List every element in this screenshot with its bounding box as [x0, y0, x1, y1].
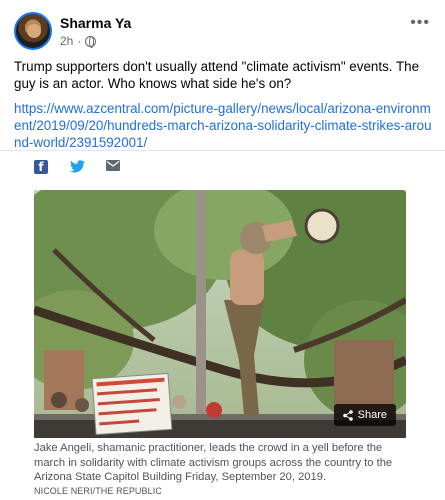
facebook-post: Sharma Ya 2h · ••• Trump supporters don'…: [0, 0, 445, 500]
post-body: Trump supporters don't usually attend "c…: [14, 59, 420, 91]
facebook-icon[interactable]: f: [34, 160, 48, 174]
author-name[interactable]: Sharma Ya: [60, 15, 131, 31]
post-meta: 2h ·: [60, 34, 97, 48]
mail-icon[interactable]: [106, 160, 120, 174]
more-horizontal-icon[interactable]: •••: [410, 14, 430, 32]
post-link[interactable]: https://www.azcentral.com/picture-galler…: [14, 100, 434, 151]
share-icons-row: f: [34, 160, 120, 174]
photo-credit: NICOLE NERI/THE REPUBLIC: [34, 486, 162, 496]
post-photo[interactable]: Share: [34, 190, 406, 438]
photo-share-button[interactable]: Share: [333, 404, 396, 426]
share-icon: [342, 409, 353, 421]
post-header: Sharma Ya 2h · •••: [14, 12, 434, 52]
avatar[interactable]: [14, 12, 52, 50]
post-time[interactable]: 2h: [60, 34, 73, 48]
share-label: Share: [357, 409, 387, 421]
globe-icon: [85, 35, 97, 48]
photo-caption: Jake Angeli, shamanic practitioner, lead…: [34, 442, 393, 483]
divider: [0, 150, 445, 151]
twitter-icon[interactable]: [70, 160, 85, 174]
photo-scene: [34, 190, 406, 438]
